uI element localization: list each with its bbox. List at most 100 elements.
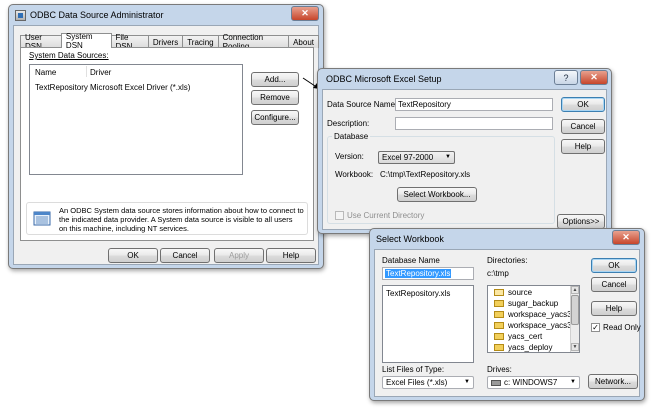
folder-icon <box>494 311 504 319</box>
folder-label: sugar_backup <box>508 299 559 308</box>
odbc-admin-titlebar[interactable]: ODBC Data Source Administrator <box>9 5 323 25</box>
odbc-admin-body: User DSN System DSN File DSN Drivers Tra… <box>13 25 319 265</box>
help-button[interactable]: Help <box>266 248 316 263</box>
workbook-path: C:\tmp\TextRepository.xls <box>380 170 471 179</box>
row-driver: Microsoft Excel Driver (*.xls) <box>90 83 191 92</box>
excel-setup-ok-button[interactable]: OK <box>561 97 605 112</box>
system-data-sources-list[interactable]: Name Driver TextRepository Microsoft Exc… <box>29 64 243 175</box>
version-label: Version: <box>335 152 364 161</box>
odbc-admin-tabs: User DSN System DSN File DSN Drivers Tra… <box>20 32 319 51</box>
excel-setup-help-button[interactable]: Help <box>561 139 605 154</box>
description-label: Description: <box>327 119 370 128</box>
folder-label: yacs_deploy <box>508 343 553 352</box>
dsn-input[interactable]: TextRepository <box>395 98 553 111</box>
database-name-value: TextRepository.xls <box>385 269 452 278</box>
column-header-name[interactable]: Name <box>35 68 56 77</box>
select-workbook-window: Select Workbook ✕ Database Name TextRepo… <box>369 228 645 401</box>
file-type-value: Excel Files (*.xls) <box>386 378 448 387</box>
use-current-directory-label: Use Current Directory <box>347 211 425 220</box>
folder-icon <box>494 322 504 330</box>
scroll-up-icon[interactable]: ▲ <box>571 286 579 294</box>
current-directory: c:\tmp <box>487 269 509 278</box>
folder-item-yacs-deploy[interactable]: yacs_deploy <box>494 343 552 352</box>
select-workbook-ok-button[interactable]: OK <box>591 258 637 273</box>
remove-button[interactable]: Remove <box>251 90 299 105</box>
info-text-line-2: the indicated data provider. A System da… <box>59 215 293 224</box>
description-input[interactable] <box>395 117 553 130</box>
column-header-driver[interactable]: Driver <box>90 68 111 77</box>
version-value: Excel 97-2000 <box>382 153 434 162</box>
apply-button[interactable]: Apply <box>214 248 264 263</box>
folder-icon <box>494 289 504 297</box>
excel-setup-body: Data Source Name: TextRepository Descrip… <box>322 89 607 230</box>
file-list[interactable]: TextRepository.xls <box>382 285 474 363</box>
folder-item-source[interactable]: source <box>494 288 532 297</box>
folder-label: source <box>508 288 533 297</box>
excel-setup-cancel-button[interactable]: Cancel <box>561 119 605 134</box>
select-workbook-button[interactable]: Select Workbook... <box>397 187 477 202</box>
folder-icon <box>494 333 504 341</box>
drives-select[interactable]: c: WINDOWS7 ▼ <box>487 376 580 389</box>
excel-setup-close-button[interactable]: ✕ <box>580 70 608 85</box>
folder-label: workspace_yacs3 <box>508 310 572 319</box>
folder-label: yacs_cert <box>508 332 543 341</box>
drive-value: c: WINDOWS7 <box>504 378 558 387</box>
info-text-line-1: An ODBC System data source stores inform… <box>59 206 304 215</box>
info-box: An ODBC System data source stores inform… <box>26 202 308 235</box>
ok-button[interactable]: OK <box>108 248 158 263</box>
folder-item-workspace-yacs3-b[interactable]: workspace_yacs3 <box>494 321 572 330</box>
info-text-line-3: on this machine, including NT services. <box>59 224 189 233</box>
database-name-label: Database Name <box>382 256 440 265</box>
excel-setup-title: ODBC Microsoft Excel Setup <box>326 74 442 84</box>
chevron-down-icon: ▼ <box>464 379 470 385</box>
folder-icon <box>494 344 504 352</box>
list-item[interactable]: TextRepository.xls <box>386 289 450 298</box>
database-icon <box>33 210 51 226</box>
directory-list[interactable]: source sugar_backup workspace_yacs3 work… <box>487 285 580 353</box>
scroll-down-icon[interactable]: ▼ <box>571 343 579 351</box>
file-type-select[interactable]: Excel Files (*.xls) ▼ <box>382 376 474 389</box>
excel-setup-window: ODBC Microsoft Excel Setup ? ✕ Data Sour… <box>317 68 612 234</box>
select-workbook-titlebar[interactable]: Select Workbook <box>370 229 644 249</box>
tab-system-dsn[interactable]: System DSN <box>60 32 112 50</box>
odbc-app-icon <box>15 9 26 21</box>
select-workbook-body: Database Name TextRepository.xls TextRep… <box>374 249 641 397</box>
folder-icon <box>494 300 504 308</box>
column-divider <box>86 66 87 77</box>
dsn-label: Data Source Name: <box>327 100 398 109</box>
read-only-label: Read Only <box>603 323 641 332</box>
folder-item-sugar-backup[interactable]: sugar_backup <box>494 299 558 308</box>
select-workbook-help-button[interactable]: Help <box>591 301 637 316</box>
options-button[interactable]: Options>> <box>557 214 605 229</box>
drives-label: Drives: <box>487 365 512 374</box>
add-button[interactable]: Add... <box>251 72 299 87</box>
read-only-checkbox[interactable]: ✓ <box>591 323 600 332</box>
version-select[interactable]: Excel 97-2000 ▼ <box>378 151 455 164</box>
folder-item-yacs-cert[interactable]: yacs_cert <box>494 332 542 341</box>
directories-label: Directories: <box>487 256 528 265</box>
cancel-button[interactable]: Cancel <box>160 248 210 263</box>
odbc-admin-close-button[interactable]: ✕ <box>291 6 319 21</box>
table-row[interactable]: TextRepository Microsoft Excel Driver (*… <box>31 83 241 94</box>
use-current-directory-checkbox[interactable] <box>335 211 344 220</box>
row-name: TextRepository <box>35 83 88 92</box>
folder-item-workspace-yacs3-a[interactable]: workspace_yacs3 <box>494 310 572 319</box>
select-workbook-title: Select Workbook <box>376 234 444 244</box>
network-button[interactable]: Network... <box>588 374 638 389</box>
database-name-input[interactable]: TextRepository.xls <box>382 267 474 280</box>
chevron-down-icon: ▼ <box>445 154 451 160</box>
directory-scrollbar[interactable]: ▲ ▼ <box>570 286 579 352</box>
help-question-button[interactable]: ? <box>554 70 578 85</box>
chevron-down-icon: ▼ <box>570 379 576 385</box>
folder-label: workspace_yacs3 <box>508 321 572 330</box>
odbc-admin-window: ODBC Data Source Administrator ✕ User DS… <box>8 4 324 269</box>
odbc-admin-title: ODBC Data Source Administrator <box>30 10 164 20</box>
system-dsn-panel: System Data Sources: Name Driver TextRep… <box>20 47 314 241</box>
workbook-label: Workbook: <box>335 170 374 179</box>
scroll-thumb[interactable] <box>571 295 579 325</box>
select-workbook-close-button[interactable]: ✕ <box>612 230 640 245</box>
select-workbook-cancel-button[interactable]: Cancel <box>591 277 637 292</box>
configure-button[interactable]: Configure... <box>251 110 299 125</box>
file-type-label: List Files of Type: <box>382 365 445 374</box>
drive-icon <box>491 379 501 386</box>
